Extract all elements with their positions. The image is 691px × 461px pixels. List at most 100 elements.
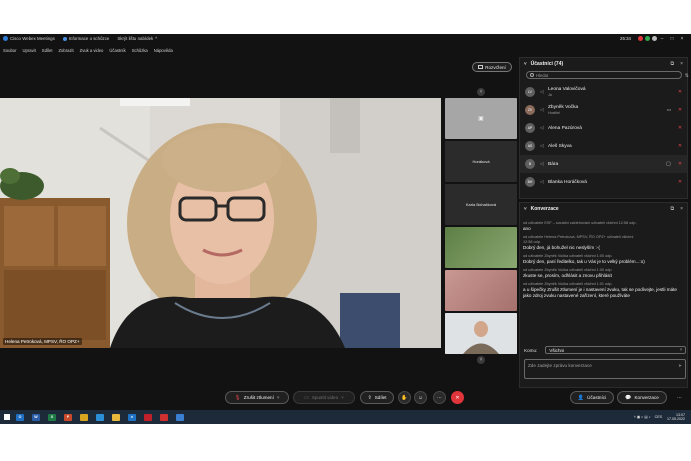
- taskbar-app-icon[interactable]: [80, 413, 88, 421]
- share-button[interactable]: ⇪ Sdílet: [360, 391, 394, 404]
- participant-row[interactable]: B ◁ Bára ◯ ✕: [520, 155, 687, 173]
- menu-item[interactable]: Sdílet: [42, 48, 53, 53]
- chat-messages: od uživatele ESF – sociální začleňování …: [520, 214, 687, 299]
- maximize-icon[interactable]: □: [667, 36, 677, 42]
- mic-muted-icon[interactable]: ✕: [677, 89, 683, 95]
- taskbar-app-icon[interactable]: X: [48, 413, 56, 421]
- meeting-timer: 25:34: [620, 36, 631, 41]
- menu-bar: Soubor Upravit Sdílet Zobrazit Zvuk a vi…: [0, 47, 179, 54]
- chevron-down-icon: ˅: [679, 347, 683, 352]
- participant-name: Blanka Horáčková: [548, 179, 587, 185]
- layout-button[interactable]: Rozvržení: [472, 62, 512, 72]
- chat-icon[interactable]: ◯: [666, 161, 671, 167]
- video-thumbnail[interactable]: [445, 270, 517, 311]
- scroll-up-icon[interactable]: ˄: [477, 88, 485, 96]
- taskbar-app-icon[interactable]: [160, 413, 168, 421]
- minimize-icon[interactable]: –: [657, 36, 667, 42]
- taskbar-app-icon[interactable]: O: [16, 413, 24, 421]
- mic-muted-icon[interactable]: ✕: [677, 161, 683, 167]
- start-video-label: Spustit video: [311, 395, 339, 400]
- unmute-button[interactable]: 🎙 Zrušit ztlumení ˅: [225, 391, 289, 404]
- mic-muted-icon[interactable]: ✕: [677, 125, 683, 131]
- audio-icon: ◁: [540, 161, 544, 166]
- participant-row[interactable]: LV ◁ Leona Valovičová Já ✕: [520, 83, 687, 101]
- language-indicator[interactable]: CES: [655, 415, 662, 419]
- speaker-name-label: Helena Petroková, MPSV, ŘO OPZ+: [3, 338, 82, 345]
- close-icon[interactable]: ×: [677, 36, 687, 42]
- video-thumbnail[interactable]: ▣: [445, 98, 517, 139]
- chevron-down-icon[interactable]: ˅: [277, 395, 280, 400]
- start-video-button[interactable]: ▭ Spustit video ˅: [293, 391, 355, 404]
- video-thumbnail[interactable]: [445, 313, 517, 354]
- participant-row[interactable]: ZV ◁ Zbyněk Vočka Hostitel ▭ ✕: [520, 101, 687, 119]
- speaker-video-frame: [0, 98, 441, 348]
- more-options-icon[interactable]: ⋯: [433, 391, 446, 404]
- share-label: Sdílet: [374, 395, 387, 400]
- participant-row[interactable]: BH ◁ Blanka Horáčková ✕: [520, 173, 687, 191]
- audio-icon: ◁: [540, 143, 544, 148]
- chat-message: od uživatele Zbyněk Vočka uživateli všic…: [523, 254, 683, 265]
- thumbnail-name: Karla Bohačková: [465, 202, 497, 207]
- reactions-icon[interactable]: ☺: [414, 391, 427, 404]
- clock[interactable]: 13:07 17.05.2022: [667, 413, 685, 422]
- popout-icon[interactable]: ⧉: [671, 206, 675, 212]
- mic-muted-icon[interactable]: ✕: [677, 143, 683, 149]
- video-thumbnail[interactable]: Karla Bohačková: [445, 184, 517, 225]
- collapse-chevron-icon[interactable]: ˅: [524, 61, 527, 66]
- close-icon[interactable]: ×: [680, 206, 683, 212]
- chevron-down-icon[interactable]: ˅: [341, 395, 344, 400]
- chat-button[interactable]: 💬 Konverzace: [617, 391, 667, 404]
- mic-muted-icon[interactable]: ✕: [677, 179, 683, 185]
- main-speaker-video[interactable]: Helena Petroková, MPSV, ŘO OPZ+: [0, 98, 441, 348]
- avatar: BH: [525, 177, 535, 187]
- scroll-down-icon[interactable]: ˅: [477, 356, 485, 364]
- popout-icon[interactable]: ⧉: [671, 61, 675, 67]
- title-right: 25:34 – □ ×: [620, 36, 691, 42]
- participant-row[interactable]: AS ◁ Aleš Skyva ✕: [520, 137, 687, 155]
- windows-taskbar: OWXPe ˄ ▣ ◐ ▤ ♪ CES 13:07 17.05.2022: [0, 410, 691, 424]
- collapse-chevron-icon[interactable]: ˅: [524, 206, 527, 211]
- tray-icons[interactable]: ˄ ▣ ◐ ▤ ♪: [634, 415, 651, 419]
- hand-raise-icon[interactable]: ✋: [398, 391, 411, 404]
- recipient-select[interactable]: Všichni ˅: [545, 346, 687, 354]
- participant-search-input[interactable]: Hledat ⇅: [526, 71, 689, 79]
- meeting-toolbar: 🎙 Zrušit ztlumení ˅ ▭ Spustit video ˅ ⇪ …: [0, 391, 691, 405]
- taskbar-app-icon[interactable]: [144, 413, 152, 421]
- chat-title: Konverzace: [530, 205, 559, 212]
- taskbar-app-icon[interactable]: W: [32, 413, 40, 421]
- close-icon[interactable]: ×: [680, 61, 683, 67]
- meeting-info-button[interactable]: Informace o schůzce: [62, 36, 110, 41]
- menu-item[interactable]: Nápověda: [154, 48, 173, 53]
- clock-date: 17.05.2022: [667, 417, 685, 421]
- message-text: ano: [523, 226, 531, 231]
- menu-item[interactable]: Soubor: [3, 48, 17, 53]
- taskbar-app-icon[interactable]: e: [128, 413, 136, 421]
- menu-item[interactable]: Účastník: [109, 48, 125, 53]
- sort-icon[interactable]: ⇅: [685, 73, 689, 79]
- message-text: a u šipečky Zrušit ztlumení je i nastave…: [523, 287, 677, 298]
- message-text: zkuste se, prosím, odhlásit a znovu přih…: [523, 273, 612, 278]
- info-icon: [62, 36, 67, 41]
- webex-logo-icon: [3, 36, 8, 41]
- menu-item[interactable]: Upravit: [23, 48, 36, 53]
- participant-row[interactable]: AP ◁ Alena Pazúrová ✕: [520, 119, 687, 137]
- menu-item[interactable]: Zobrazit: [59, 48, 74, 53]
- send-icon[interactable]: ➤: [678, 363, 682, 369]
- taskbar-app-icon[interactable]: [176, 413, 184, 421]
- connection-icon: [645, 36, 650, 41]
- taskbar-app-icon[interactable]: [112, 413, 120, 421]
- participants-button[interactable]: 👤 Účastníci: [570, 391, 614, 404]
- meeting-info-label: Informace o schůzce: [68, 36, 110, 41]
- chat-compose-input[interactable]: Zde zadejte zprávu konverzace ➤: [524, 359, 686, 379]
- taskbar-app-icon[interactable]: [96, 413, 104, 421]
- menu-item[interactable]: Zvuk a video: [80, 48, 104, 53]
- leave-meeting-icon[interactable]: ✕: [451, 391, 464, 404]
- taskbar-app-icon[interactable]: P: [64, 413, 72, 421]
- video-thumbnail[interactable]: [445, 227, 517, 268]
- menu-item[interactable]: Schůzka: [132, 48, 148, 53]
- windows-start-icon[interactable]: [4, 414, 10, 420]
- hide-menu-button[interactable]: Skrýt lištu nabídek ^: [117, 36, 157, 41]
- more-panels-icon[interactable]: ⋯: [673, 391, 686, 404]
- mic-muted-icon[interactable]: ✕: [677, 107, 683, 113]
- video-thumbnail[interactable]: Horáková: [445, 141, 517, 182]
